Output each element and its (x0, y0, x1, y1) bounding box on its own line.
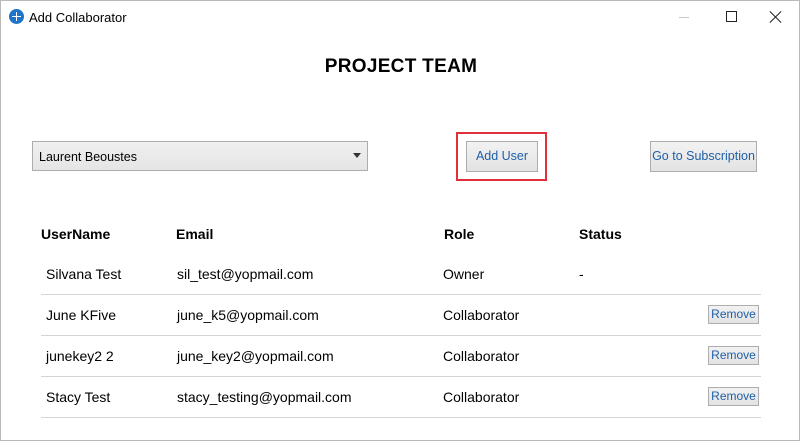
table-row: junekey2 2 june_key2@yopmail.com Collabo… (41, 335, 761, 377)
minimize-button[interactable] (661, 1, 707, 33)
header-status: Status (579, 226, 622, 242)
cell-role: Collaborator (443, 348, 520, 364)
remove-button[interactable]: Remove (708, 387, 759, 406)
cell-status: - (579, 266, 584, 282)
cell-username: Stacy Test (46, 389, 111, 405)
cell-email: june_k5@yopmail.com (177, 307, 319, 323)
window-title: Add Collaborator (29, 10, 127, 25)
cell-email: stacy_testing@yopmail.com (177, 389, 352, 405)
cell-role: Collaborator (443, 307, 520, 323)
table-row: Silvana Test sil_test@yopmail.com Owner … (41, 254, 761, 295)
table-bottom-divider (41, 417, 761, 418)
table-row: Stacy Test stacy_testing@yopmail.com Col… (41, 376, 761, 418)
add-user-button[interactable]: Add User (466, 141, 538, 172)
go-to-subscription-button[interactable]: Go to Subscription (650, 141, 757, 172)
cell-username: June KFive (46, 307, 117, 323)
cell-role: Collaborator (443, 389, 520, 405)
minimize-icon (679, 17, 689, 18)
title-bar: Add Collaborator (1, 1, 799, 33)
add-collaborator-window: Add Collaborator PROJECT TEAM Laurent Be… (0, 0, 800, 441)
header-role: Role (444, 226, 475, 242)
cell-role: Owner (443, 266, 485, 282)
maximize-button[interactable] (707, 1, 753, 33)
cell-username: Silvana Test (46, 266, 122, 282)
cell-email: june_key2@yopmail.com (177, 348, 334, 364)
table-row: June KFive june_k5@yopmail.com Collabora… (41, 294, 761, 336)
page-title: PROJECT TEAM (324, 56, 478, 77)
close-button[interactable] (753, 1, 799, 33)
maximize-icon (726, 11, 737, 22)
header-email: Email (176, 226, 214, 242)
app-icon (9, 9, 24, 24)
remove-button[interactable]: Remove (708, 346, 759, 365)
cell-email: sil_test@yopmail.com (177, 266, 314, 282)
header-username: UserName (41, 226, 111, 242)
close-icon (769, 10, 783, 24)
remove-button[interactable]: Remove (708, 305, 759, 324)
cell-username: junekey2 2 (46, 348, 114, 364)
user-select-dropdown[interactable]: Laurent Beoustes (32, 141, 368, 171)
dropdown-selected-value: Laurent Beoustes (39, 150, 137, 164)
chevron-down-icon (353, 153, 361, 158)
